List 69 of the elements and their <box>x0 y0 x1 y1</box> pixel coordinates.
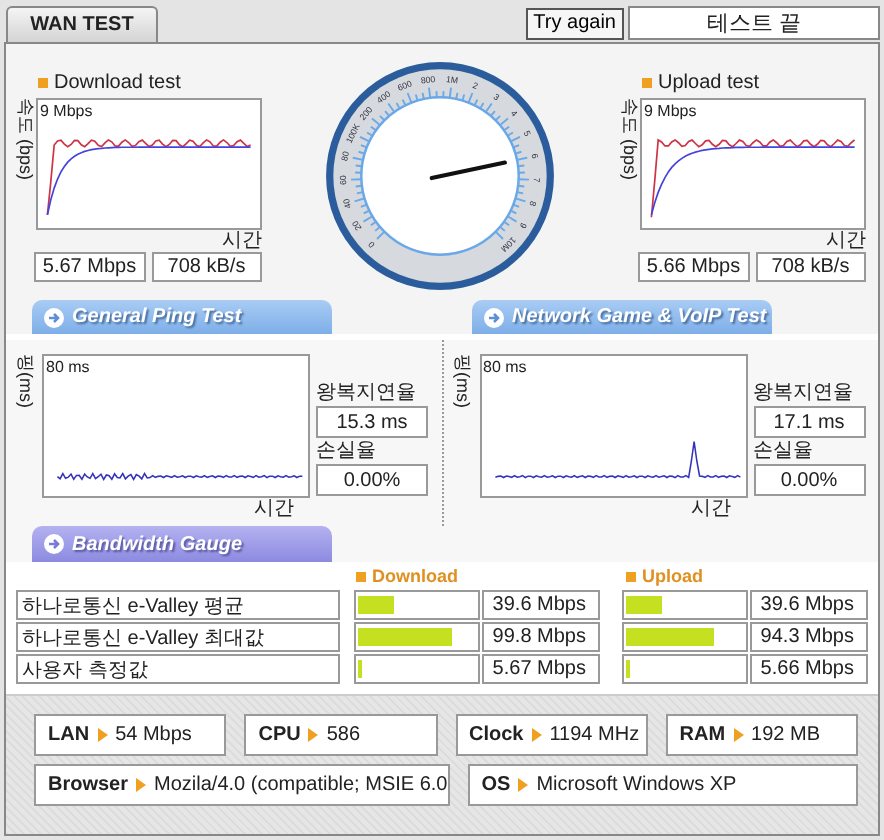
info-value: 192 MB <box>751 724 820 746</box>
try-again-button[interactable]: Try again <box>525 7 624 39</box>
stat-label: 왕복지연율 <box>753 380 855 406</box>
arrow-circle-icon <box>44 534 64 554</box>
info-label: OS <box>481 774 511 796</box>
section-tab[interactable]: Network Game & VoIP Test <box>472 300 772 334</box>
table-cell: 39.6 Mbps <box>482 590 600 620</box>
column-header: Download <box>372 566 458 588</box>
info-label: Browser <box>48 774 129 796</box>
wan-test-tab[interactable]: WAN TEST <box>6 6 158 42</box>
speed-reading: 5.67 Mbps <box>34 252 145 282</box>
axis-label: 시간 <box>252 498 296 520</box>
stat-label: 왕복지연율 <box>316 380 418 406</box>
triangle-icon <box>308 728 319 742</box>
info-value: 1194 MHz <box>549 724 640 746</box>
speed-reading: 708 kB/s <box>151 252 262 282</box>
table-cell: 사용자 측정값 <box>16 654 340 684</box>
table-cell: 5.66 Mbps <box>750 654 868 684</box>
section-tab[interactable]: Bandwidth Gauge <box>32 526 332 562</box>
section-tab[interactable]: General Ping Test <box>32 300 332 334</box>
axis-max-label: 80 ms <box>46 358 90 376</box>
table-cell: 하나로통신 e-Valley 최대값 <box>16 622 340 652</box>
triangle-icon <box>518 778 529 792</box>
axis-max-label: 80 ms <box>483 358 527 376</box>
chart-title: Upload test <box>658 71 760 93</box>
bullet-icon <box>38 77 48 87</box>
axis-label: 속도 (bps) <box>618 98 640 181</box>
column-header: Upload <box>642 566 703 588</box>
gauge-needle <box>429 160 507 181</box>
speed-reading: 708 kB/s <box>755 252 866 282</box>
triangle-icon <box>136 778 147 792</box>
axis-label: 시간 <box>826 230 866 252</box>
table-cell: 94.3 Mbps <box>750 622 868 652</box>
bullet-icon <box>626 572 636 582</box>
info-value: 54 Mbps <box>115 724 192 746</box>
info-label: LAN <box>48 724 90 746</box>
stat-value: 17.1 ms <box>753 406 865 438</box>
axis-max-label: 9 Mbps <box>40 102 93 120</box>
table-cell: 39.6 Mbps <box>750 590 868 620</box>
bullet-icon <box>642 77 652 87</box>
table-cell: 하나로통신 e-Valley 평균 <box>16 590 340 620</box>
table-cell: 5.67 Mbps <box>482 654 600 684</box>
axis-label: 속도 (bps) <box>14 98 36 181</box>
stat-value: 0.00% <box>316 464 428 496</box>
stat-label: 손실율 <box>753 438 815 464</box>
info-value: 586 <box>326 724 361 746</box>
bullet-icon <box>356 572 366 582</box>
axis-label: 시간 <box>689 498 733 520</box>
stat-value: 15.3 ms <box>316 406 428 438</box>
status-field: 테스트 끝 <box>628 6 880 40</box>
axis-max-label: 9 Mbps <box>644 102 697 120</box>
triangle-icon <box>733 728 744 742</box>
info-label: Clock <box>469 724 524 746</box>
info-label: RAM <box>679 724 726 746</box>
axis-label: 핑(ms) <box>451 354 473 412</box>
arrow-circle-icon <box>44 307 64 327</box>
triangle-icon <box>97 728 108 742</box>
axis-label: 시간 <box>222 230 262 252</box>
chart-title: Download test <box>54 71 181 93</box>
speed-reading: 5.66 Mbps <box>638 252 749 282</box>
stat-label: 손실율 <box>316 438 378 464</box>
arrow-circle-icon <box>484 307 504 327</box>
triangle-icon <box>531 728 542 742</box>
table-cell: 99.8 Mbps <box>482 622 600 652</box>
axis-label: 핑(ms) <box>14 354 36 412</box>
info-value: Microsoft Windows XP <box>536 774 737 796</box>
stat-value: 0.00% <box>753 464 865 496</box>
info-label: CPU <box>258 724 301 746</box>
info-value: Mozila/4.0 (compatible; MSIE 6.0 <box>154 774 448 796</box>
